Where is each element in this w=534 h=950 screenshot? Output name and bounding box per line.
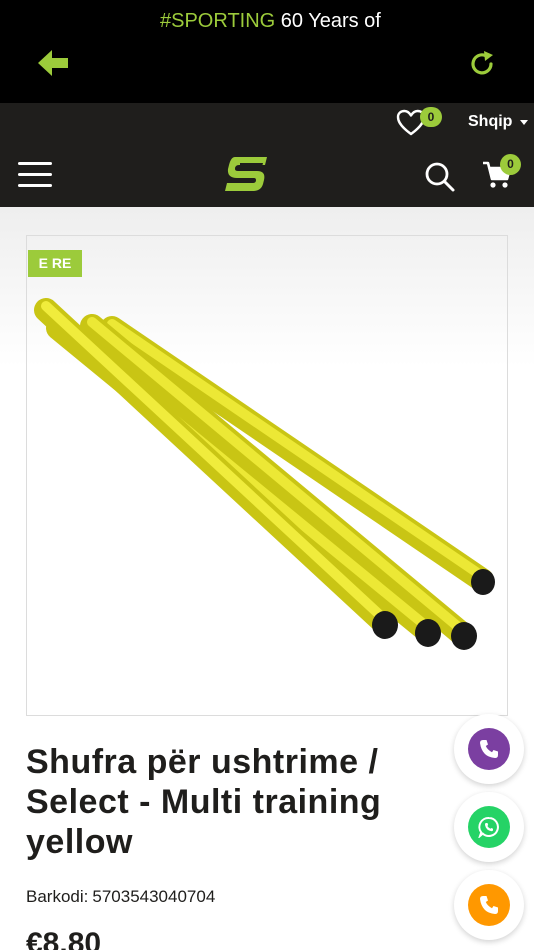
language-selector[interactable]: Shqip <box>468 110 512 134</box>
phone-icon <box>480 896 498 914</box>
cart-count-badge: 0 <box>500 154 521 175</box>
back-arrow-icon <box>38 50 68 76</box>
product-title: Shufra për ushtrime / Select - Multi tra… <box>26 743 382 861</box>
chevron-down-icon <box>520 120 528 125</box>
barcode-label: Barkodi: <box>26 887 89 906</box>
whatsapp-button[interactable] <box>454 792 524 862</box>
sporting-logo[interactable] <box>221 153 273 195</box>
promo-text: 60 Years of <box>275 10 381 32</box>
search-icon <box>425 162 455 192</box>
phone-button[interactable] <box>454 870 524 940</box>
product-image[interactable] <box>28 280 506 700</box>
search-button[interactable] <box>424 161 456 193</box>
hamburger-menu-icon[interactable] <box>18 162 52 188</box>
refresh-button[interactable] <box>462 44 502 84</box>
product-price: €8.80 <box>26 927 102 950</box>
promo-bar <box>0 103 534 143</box>
back-button[interactable] <box>34 44 72 82</box>
barcode: Barkodi: 5703543040704 <box>26 884 215 910</box>
promo-hashtag: #SPORTING <box>160 10 276 32</box>
phone-icon <box>480 740 498 758</box>
refresh-icon <box>471 51 493 75</box>
whatsapp-icon <box>478 817 499 838</box>
wishlist-count-badge: 0 <box>420 107 442 127</box>
barcode-value: 5703543040704 <box>92 887 216 906</box>
promo-marquee[interactable]: #SPORTING 60 Years of <box>160 6 388 36</box>
call-button[interactable] <box>454 714 524 784</box>
new-badge: E RE <box>28 250 82 277</box>
